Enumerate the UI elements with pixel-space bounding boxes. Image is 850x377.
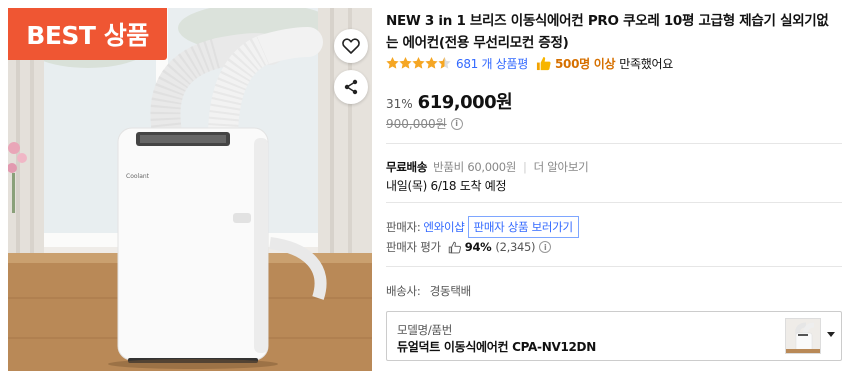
seller-rating-percent: 94% [464, 240, 492, 254]
courier-row: 배송사: 경동택배 [386, 283, 471, 299]
option-value: 듀얼덕트 이동식에어컨 CPA-NV12DN [397, 340, 596, 354]
seller-rating-label: 판매자 평가 [386, 240, 441, 254]
product-image[interactable]: Coolant BEST 상품 [8, 8, 372, 371]
brand-label: Coolant [126, 173, 150, 180]
product-title: NEW 3 in 1 브리즈 이동식에어컨 PRO 쿠오레 10평 고급형 제습… [386, 13, 829, 51]
satisfied-count: 500명 이상 [555, 56, 616, 71]
model-option-select[interactable]: 모델명/품번 듀얼덕트 이동식에어컨 CPA-NV12DN [386, 311, 842, 361]
star-icon [386, 57, 399, 69]
seller-rating-count: (2,345) [495, 240, 536, 254]
courier-label: 배송사: [386, 284, 421, 298]
learn-more-link[interactable]: 더 알아보기 [534, 159, 589, 175]
free-shipping-label: 무료배송 [386, 160, 428, 174]
return-fee: 반품비 60,000원 [433, 160, 517, 174]
price-info-icon[interactable]: i [450, 117, 463, 130]
courier-name: 경동택배 [429, 284, 471, 298]
separator: | [523, 160, 527, 174]
star-icon [425, 57, 438, 69]
rating-summary: 681 개 상품평 500명 이상 만족했어요 [386, 54, 673, 72]
price-row: 31% 619,000원 [386, 88, 513, 114]
option-thumbnail [785, 318, 821, 354]
arrival-date: 내일(목) 6/18 [386, 179, 457, 193]
rating-stars[interactable] [386, 57, 451, 69]
seller-rating-row: 판매자 평가 94% (2,345) i [386, 239, 552, 255]
discount-rate: 31% [386, 97, 413, 111]
star-icon [412, 57, 425, 69]
share-button[interactable] [334, 70, 368, 104]
star-icon [399, 57, 412, 69]
divider [386, 143, 842, 144]
seller-row: 판매자: 엔와이샵 판매자 상품 보러가기 [386, 216, 579, 238]
share-icon [344, 79, 358, 95]
seller-rating-info-icon[interactable]: i [539, 241, 552, 253]
original-price-row: 900,000원 i [386, 115, 463, 132]
option-label: 모델명/품번 [397, 323, 452, 337]
thumbs-up-outline-icon [448, 241, 461, 254]
shipping-row: 무료배송 반품비 60,000원 | 더 알아보기 [386, 159, 589, 175]
divider [386, 202, 842, 203]
seller-products-button[interactable]: 판매자 상품 보러가기 [467, 216, 579, 238]
arrival-estimate: 내일(목) 6/18 도착 예정 [386, 177, 507, 194]
heart-icon [342, 38, 360, 54]
seller-label: 판매자: [386, 220, 421, 234]
seller-name-link[interactable]: 엔와이샵 [423, 219, 464, 235]
sale-price: 619,000원 [417, 92, 513, 113]
divider [386, 266, 842, 267]
chevron-down-icon [827, 332, 835, 337]
review-count-link[interactable]: 681 개 상품평 [456, 55, 528, 72]
product-photo [8, 8, 372, 371]
thumbs-up-icon [536, 56, 551, 71]
arrival-text: 도착 예정 [459, 179, 507, 193]
best-product-badge: BEST 상품 [8, 8, 167, 60]
original-price: 900,000원 [386, 117, 447, 131]
half-star-icon [438, 57, 451, 69]
satisfied-text: 만족했어요 [619, 56, 673, 71]
wishlist-button[interactable] [334, 29, 368, 63]
